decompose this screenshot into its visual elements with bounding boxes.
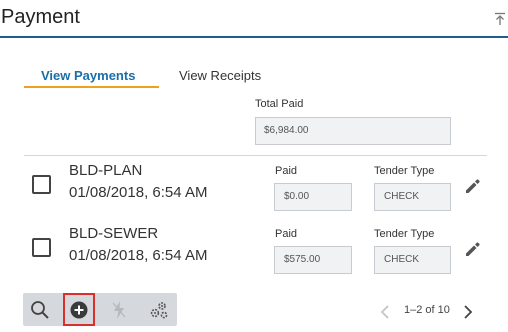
row-checkbox[interactable]: [32, 175, 51, 194]
add-circle-icon: [70, 301, 88, 318]
search-icon: [31, 300, 49, 319]
payment-date: 01/08/2018, 6:54 AM: [69, 184, 208, 201]
settings-gears-icon: [150, 301, 168, 318]
add-payment-button[interactable]: [63, 293, 95, 326]
page-title: Payment: [1, 6, 80, 28]
paid-label: Paid: [275, 165, 298, 177]
tender-type-label: Tender Type: [374, 165, 435, 177]
chevron-right-icon[interactable]: [463, 305, 473, 319]
payment-row: BLD-PLAN 01/08/2018, 6:54 AM Paid $0.00 …: [0, 160, 508, 220]
total-paid-field: $6,984.00: [255, 117, 451, 145]
pagination: 1–2 of 10: [378, 302, 478, 320]
collapse-up-icon[interactable]: [494, 12, 506, 26]
fee-name: BLD-SEWER: [69, 225, 159, 242]
paid-label: Paid: [275, 228, 298, 240]
tender-type-field: CHECK: [374, 183, 451, 211]
page-range: 1–2 of 10: [404, 304, 450, 316]
payment-row: BLD-SEWER 01/08/2018, 6:54 AM Paid $575.…: [0, 223, 508, 283]
divider: [24, 155, 487, 156]
tab-view-payments[interactable]: View Payments: [41, 68, 135, 83]
settings-button[interactable]: [142, 293, 176, 326]
tab-bar: View Payments View Receipts: [24, 64, 324, 90]
panel-header: Payment: [0, 0, 508, 38]
row-checkbox[interactable]: [32, 238, 51, 257]
payment-date: 01/08/2018, 6:54 AM: [69, 247, 208, 264]
search-button[interactable]: [23, 293, 57, 326]
fee-name: BLD-PLAN: [69, 162, 143, 179]
total-paid-label: Total Paid: [255, 98, 304, 110]
chevron-left-icon[interactable]: [380, 305, 390, 319]
tender-type-field: CHECK: [374, 246, 451, 274]
edit-pencil-icon[interactable]: [464, 177, 482, 195]
tab-view-receipts[interactable]: View Receipts: [179, 68, 261, 83]
tender-type-label: Tender Type: [374, 228, 435, 240]
action-toolbar: [23, 293, 177, 326]
quick-action-button[interactable]: [102, 293, 136, 326]
edit-pencil-icon[interactable]: [464, 240, 482, 258]
lightning-icon: [112, 300, 126, 319]
paid-field: $575.00: [274, 246, 352, 274]
active-tab-indicator: [24, 86, 159, 88]
paid-field: $0.00: [274, 183, 352, 211]
